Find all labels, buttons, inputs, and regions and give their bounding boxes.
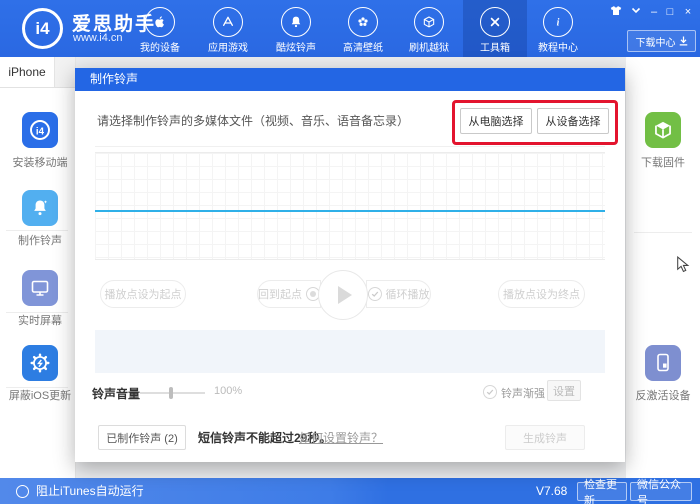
play-button[interactable]: [318, 270, 368, 320]
set-end-button[interactable]: 播放点设为终点: [498, 280, 585, 308]
ringtone-bell-icon: [22, 190, 58, 226]
i4-app-icon: i4: [22, 112, 58, 148]
wallpaper-icon: [348, 7, 378, 37]
left-sidebar: iPhone i4 安装移动端 制作铃声 实时屏幕 屏蔽iOS更新: [0, 57, 76, 478]
divider: [634, 232, 692, 233]
sidebar-item-label: 安装移动端: [12, 157, 68, 169]
sidebar-item-label: 实时屏幕: [18, 315, 62, 327]
timeline-overview[interactable]: [95, 330, 605, 373]
close-icon[interactable]: ×: [670, 71, 688, 89]
play-icon: [338, 286, 352, 304]
nav-toolbox[interactable]: 工具箱: [463, 0, 527, 57]
tutorial-info-icon: i: [543, 7, 573, 37]
app-url: www.i4.cn: [73, 32, 123, 44]
sidebar-item-label: 下载固件: [641, 157, 685, 169]
dialog-titlebar: 制作铃声 ×: [75, 68, 683, 91]
check-circle-icon: [367, 287, 382, 301]
svg-text:i: i: [557, 17, 560, 28]
nav-label: 应用游戏: [208, 43, 248, 54]
bell-icon: [281, 7, 311, 37]
block-ios-update-icon: [22, 345, 58, 381]
check-update-button[interactable]: 检查更新: [577, 479, 627, 504]
nav-label: 教程中心: [538, 43, 578, 54]
fade-check-icon[interactable]: [483, 385, 497, 399]
maximize-button[interactable]: □: [662, 5, 678, 19]
nav-label: 酷炫铃声: [276, 43, 316, 54]
made-ringtones-button[interactable]: 已制作铃声 (2): [98, 425, 186, 450]
set-start-button[interactable]: 播放点设为起点: [100, 280, 186, 308]
jailbreak-icon: [414, 7, 444, 37]
nav-label: 高清壁纸: [343, 43, 383, 54]
back-to-start-label: 回到起点: [258, 289, 302, 301]
waveform-panel[interactable]: [95, 152, 605, 260]
i4-logo-icon: i4: [22, 8, 63, 49]
download-center-button[interactable]: 下载中心: [627, 30, 696, 52]
apple-icon: [145, 7, 175, 37]
skin-icon[interactable]: [608, 5, 624, 19]
sidebar-item-deactivate-device[interactable]: 反激活设备: [618, 345, 700, 403]
appstore-icon: [213, 7, 243, 37]
volume-value: 100%: [214, 385, 243, 397]
download-icon: [679, 36, 687, 46]
live-screen-icon: [22, 270, 58, 306]
download-center-label: 下载中心: [635, 37, 676, 49]
close-window-button[interactable]: ×: [680, 5, 696, 19]
set-end-label: 播放点设为终点: [503, 289, 580, 301]
sidebar-item-live-screen[interactable]: 实时屏幕: [0, 270, 85, 328]
nav-tutorials[interactable]: i 教程中心: [526, 0, 590, 57]
annotation-red-box: [452, 100, 618, 145]
nav-apps-games[interactable]: 应用游戏: [196, 0, 260, 57]
waveform-center-line: [95, 210, 605, 212]
nav-my-device[interactable]: 我的设备: [128, 0, 192, 57]
wechat-account-button[interactable]: 微信公众号: [630, 479, 692, 504]
loop-play-label: 循环播放: [385, 289, 430, 301]
nav-flash-jailbreak[interactable]: 刷机越狱: [397, 0, 461, 57]
block-itunes-label[interactable]: 阻止iTunes自动运行: [36, 478, 144, 504]
sidebar-item-make-ringtone[interactable]: 制作铃声: [0, 190, 85, 248]
version-label: V7.68: [536, 484, 568, 498]
block-itunes-checkbox[interactable]: [16, 485, 29, 498]
svg-text:i4: i4: [36, 126, 45, 137]
set-start-label: 播放点设为起点: [104, 289, 182, 301]
toolbox-icon: [480, 7, 510, 37]
nav-ringtones[interactable]: 酷炫铃声: [264, 0, 328, 57]
mouse-cursor: [676, 255, 690, 279]
sidebar-item-label: 反激活设备: [635, 390, 691, 402]
sidebar-item-block-ios-update[interactable]: 屏蔽iOS更新: [0, 345, 85, 403]
app-window: i4 爱思助手 www.i4.cn 我的设备 应用游戏 酷炫铃声 高清壁纸 刷机…: [0, 0, 700, 504]
sidebar-item-label: 制作铃声: [18, 235, 62, 247]
volume-label: 铃声音量: [92, 387, 141, 401]
minimize-button[interactable]: –: [646, 5, 662, 19]
sidebar-item-download-firmware[interactable]: 下载固件: [618, 112, 700, 170]
chevron-down-icon[interactable]: [628, 5, 644, 19]
sidebar-item-label: 屏蔽iOS更新: [8, 390, 72, 402]
loop-play-button[interactable]: 循环播放: [366, 280, 431, 308]
deactivate-device-icon: [645, 345, 681, 381]
tab-iphone[interactable]: iPhone: [0, 57, 55, 87]
how-to-set-ringtone-link[interactable]: 如何设置铃声？: [299, 429, 383, 446]
nav-label: 我的设备: [140, 43, 180, 54]
volume-slider-handle[interactable]: [169, 387, 173, 399]
app-header: i4 爱思助手 www.i4.cn 我的设备 应用游戏 酷炫铃声 高清壁纸 刷机…: [0, 0, 700, 57]
fade-settings-button[interactable]: 设置: [547, 380, 581, 401]
nav-label: 刷机越狱: [409, 43, 449, 54]
firmware-cube-icon: [645, 112, 681, 148]
divider: [95, 146, 605, 147]
status-bar: 阻止iTunes自动运行 V7.68 检查更新 微信公众号: [0, 478, 700, 504]
nav-wallpapers[interactable]: 高清壁纸: [331, 0, 395, 57]
back-to-start-button[interactable]: 回到起点: [257, 280, 321, 308]
select-media-prompt: 请选择制作铃声的多媒体文件（视频、音乐、语音备忘录）: [97, 114, 410, 128]
nav-label: 工具箱: [480, 43, 510, 54]
sidebar-item-install-mobile[interactable]: i4 安装移动端: [0, 112, 85, 170]
make-ringtone-dialog: 制作铃声 × 请选择制作铃声的多媒体文件（视频、音乐、语音备忘录） 从电脑选择 …: [75, 68, 683, 462]
generate-ringtone-button[interactable]: 生成铃声: [505, 425, 585, 450]
dialog-title: 制作铃声: [90, 72, 139, 86]
